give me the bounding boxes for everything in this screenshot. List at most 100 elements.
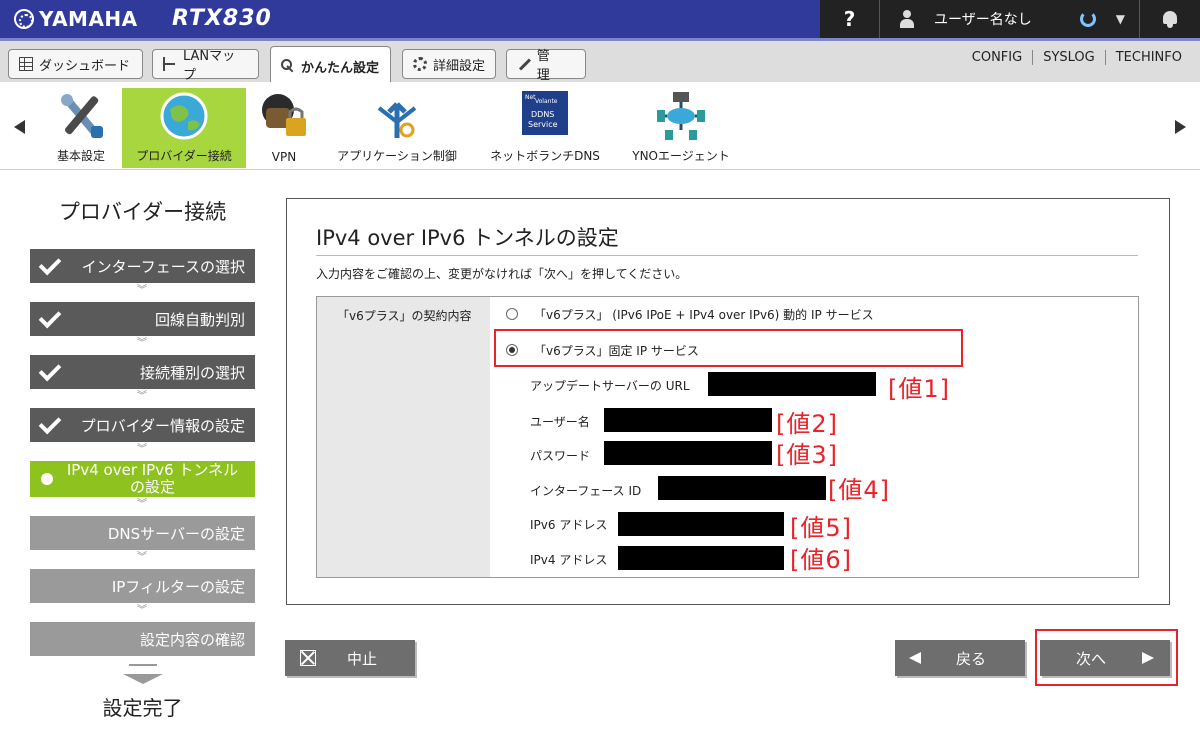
- feature-label: VPN: [271, 150, 297, 164]
- ipv4-address-label: IPv4 アドレス: [530, 553, 608, 567]
- tab-lan-map[interactable]: LANマップ: [152, 49, 259, 83]
- cancel-label: 中止: [347, 649, 378, 668]
- value-tag-6: [値6]: [790, 546, 852, 574]
- radio-dynamic-ip[interactable]: [506, 308, 518, 320]
- chevron-down-icon: ︾: [137, 499, 147, 510]
- nav-links: CONFIG SYSLOG TECHINFO: [962, 50, 1192, 65]
- feature-label: プロバイダー接続: [136, 149, 232, 163]
- password-label: パスワード: [530, 449, 591, 463]
- value-tag-3: [値3]: [776, 441, 838, 469]
- key-icon: [281, 59, 295, 73]
- brand-name: YAMAHA: [39, 7, 138, 31]
- tab-label: 管 理: [536, 49, 563, 83]
- back-button[interactable]: 戻る: [895, 640, 1025, 676]
- top-right-controls: ? ユーザー名なし ▼: [820, 0, 1200, 38]
- help-button[interactable]: ?: [820, 0, 880, 38]
- contract-label: 「v6プラス」の契約内容: [337, 309, 472, 323]
- next-button[interactable]: 次へ: [1040, 640, 1170, 676]
- cancel-button[interactable]: 中止: [285, 640, 415, 676]
- tab-management[interactable]: 管 理: [506, 49, 586, 83]
- yno-icon: [657, 92, 705, 140]
- tools-icon: [61, 94, 103, 138]
- feature-yno-agent[interactable]: YNOエージェント: [624, 88, 738, 168]
- check-icon: [38, 305, 62, 329]
- page-description: 入力内容をご確認の上、変更がなければ「次へ」を押してください。: [316, 267, 688, 281]
- form-label-column: 「v6プラス」の契約内容: [317, 297, 490, 577]
- lan-map-icon: [163, 57, 177, 71]
- yamaha-logo: YAMAHA: [14, 7, 138, 31]
- down-arrow-icon: [123, 664, 163, 684]
- main-nav: ダッシュボード LANマップ かんたん設定 詳細設定 管 理 CONFIG SY…: [0, 38, 1200, 85]
- ddns-icon-text-volante: Volante: [535, 98, 558, 105]
- chevron-down-icon: ︾: [137, 444, 147, 455]
- step-provider-info: プロバイダー情報の設定: [30, 408, 255, 442]
- page-title: IPv4 over IPv6 トンネルの設定: [316, 226, 619, 250]
- ddns-icon: Net Volante DDNS Service: [522, 91, 568, 135]
- feature-application-control[interactable]: アプリケーション制御: [328, 88, 466, 168]
- step-confirm-settings: 設定内容の確認: [30, 622, 255, 656]
- step-label: IPフィルターの設定: [111, 577, 245, 596]
- dashboard-grid-icon: [19, 57, 33, 71]
- step-dns-server: DNSサーバーの設定: [30, 516, 255, 550]
- ipv6-address-label: IPv6 アドレス: [530, 518, 608, 532]
- step-label: IPv4 over IPv6 トンネルの設定: [66, 461, 239, 496]
- feature-icon-bar: 基本設定 プロバイダー接続 VPN アプリケーション制御 Net Volante…: [0, 82, 1200, 170]
- globe-icon: [160, 92, 208, 140]
- step-ipv4-over-ipv6: IPv4 over IPv6 トンネルの設定: [30, 461, 255, 497]
- model-name: RTX830: [172, 6, 272, 31]
- arrow-right-icon: [1142, 652, 1154, 664]
- feature-label: ネットボランチDNS: [490, 149, 600, 163]
- top-bar: YAMAHA RTX830 ? ユーザー名なし ▼: [0, 0, 1200, 38]
- user-name: ユーザー名なし: [934, 12, 1032, 28]
- syslog-link[interactable]: SYSLOG: [1032, 50, 1105, 65]
- feature-basic-settings[interactable]: 基本設定: [48, 88, 114, 168]
- scroll-left-arrow-icon[interactable]: [14, 120, 25, 134]
- ipv4-address-value: [618, 546, 784, 570]
- notification-button[interactable]: [1140, 0, 1200, 38]
- step-finish: 設定完了: [102, 696, 183, 720]
- step-label: 接続種別の選択: [139, 363, 245, 382]
- ipv6-address-value: [618, 512, 784, 536]
- techinfo-link[interactable]: TECHINFO: [1104, 50, 1192, 65]
- scroll-right-arrow-icon[interactable]: [1175, 120, 1186, 134]
- username-value: [604, 408, 772, 432]
- bell-icon: [1162, 10, 1178, 28]
- value-tag-5: [値5]: [790, 514, 852, 542]
- tab-label: かんたん設定: [301, 60, 380, 76]
- user-icon: [900, 10, 914, 28]
- feature-label: アプリケーション制御: [337, 149, 457, 163]
- check-icon: [38, 252, 62, 276]
- feature-vpn[interactable]: VPN: [256, 88, 312, 168]
- ddns-icon-text-service: Service: [528, 120, 558, 129]
- chevron-down-icon: ︾: [137, 605, 147, 616]
- step-connection-type: 接続種別の選択: [30, 355, 255, 389]
- step-line-auto-detect: 回線自動判別: [30, 302, 255, 336]
- value-tag-1: [値1]: [888, 375, 950, 403]
- value-tag-2: [値2]: [776, 410, 838, 438]
- wrench-icon: [517, 57, 531, 71]
- chevron-down-icon: ▼: [1115, 12, 1125, 26]
- step-label: DNSサーバーの設定: [107, 524, 245, 543]
- config-link[interactable]: CONFIG: [962, 50, 1032, 65]
- feature-provider-connection[interactable]: プロバイダー接続: [122, 88, 246, 168]
- step-label: プロバイダー情報の設定: [80, 416, 245, 435]
- tab-easy-setup[interactable]: かんたん設定: [270, 46, 391, 85]
- vpn-icon: [262, 94, 306, 136]
- wizard-title: プロバイダー接続: [58, 200, 227, 224]
- loading-spinner-icon: [1079, 11, 1096, 27]
- feature-netvolante-dns[interactable]: Net Volante DDNS Service ネットボランチDNS: [482, 88, 608, 168]
- interface-id-label: インターフェース ID: [530, 484, 642, 498]
- next-label: 次へ: [1076, 649, 1107, 668]
- arrow-left-icon: [909, 652, 921, 664]
- back-label: 戻る: [956, 649, 987, 668]
- current-step-dot-icon: [41, 473, 53, 485]
- chevron-down-icon: ︾: [137, 391, 147, 402]
- tab-label: ダッシュボード: [39, 58, 131, 74]
- value-tag-4: [値4]: [828, 476, 890, 504]
- user-menu[interactable]: ユーザー名なし ▼: [880, 0, 1140, 38]
- tab-dashboard[interactable]: ダッシュボード: [8, 49, 143, 79]
- update-server-url-label: アップデートサーバーの URL: [530, 379, 690, 393]
- option-fixed-ip-label: 「v6プラス」固定 IP サービス: [534, 344, 699, 358]
- radio-fixed-ip[interactable]: [506, 344, 518, 356]
- tab-advanced-settings[interactable]: 詳細設定: [402, 49, 496, 79]
